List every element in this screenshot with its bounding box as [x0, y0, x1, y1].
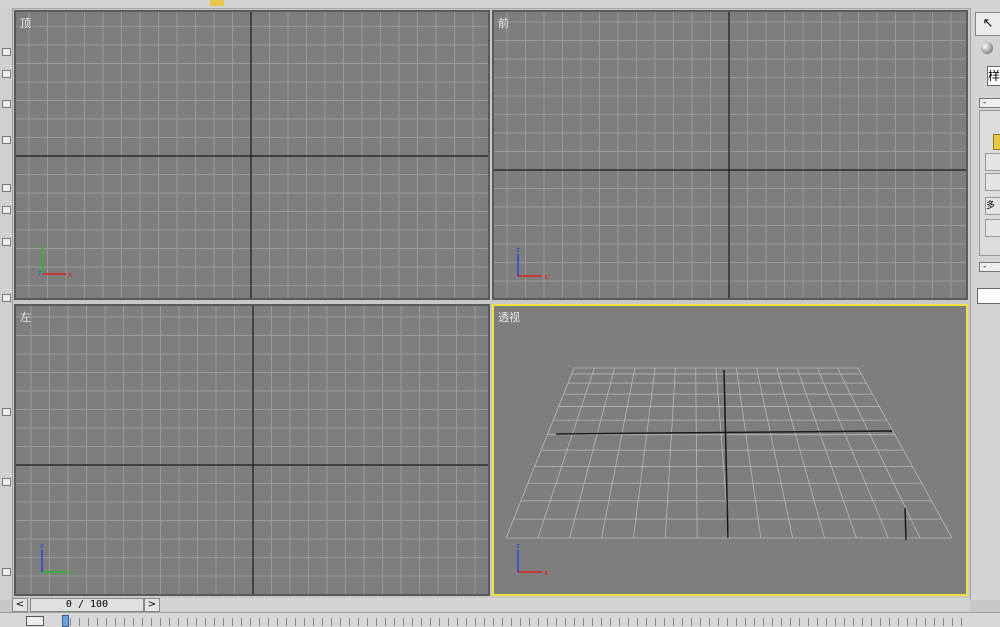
track-bar[interactable]	[0, 612, 1000, 627]
axis-label: x	[68, 271, 72, 279]
perspective-grid-line	[633, 367, 656, 539]
main-toolbar	[0, 0, 1000, 9]
chevron-left-icon: <	[15, 599, 25, 610]
grid-top: x y z	[16, 12, 488, 298]
perspective-grid-line	[756, 367, 794, 539]
tool-icon[interactable]	[2, 294, 11, 302]
axis-label: z	[40, 542, 44, 550]
viewport-label-left[interactable]: 左	[20, 309, 31, 325]
panel-button[interactable]	[985, 173, 1000, 191]
tool-icon[interactable]	[2, 408, 11, 416]
axis-label: y	[68, 569, 72, 577]
perspective-grid-line	[601, 367, 636, 539]
perspective-grid-line	[537, 367, 595, 539]
color-swatch[interactable]	[993, 134, 1000, 150]
axis-label: z	[516, 246, 520, 254]
perspective-grid-line	[817, 367, 889, 539]
grid-left: yz	[16, 306, 488, 594]
viewport-left[interactable]: 左 yz	[14, 304, 490, 596]
name-input[interactable]	[977, 288, 1000, 304]
toolbar-highlight[interactable]	[210, 0, 224, 6]
perspective-axis-y	[723, 369, 729, 539]
axis-label: z	[38, 270, 41, 277]
track-ticks	[70, 618, 970, 626]
object-name-field[interactable]: 样	[987, 66, 1000, 86]
perspective-grid-line	[664, 367, 676, 539]
viewport-perspective[interactable]: 透视 xz	[492, 304, 968, 596]
viewport-label-perspective[interactable]: 透视	[498, 309, 520, 325]
tool-icon[interactable]	[2, 238, 11, 246]
rollout-panel: 多	[979, 110, 1000, 256]
tool-icon[interactable]	[2, 478, 11, 486]
sphere-icon[interactable]	[981, 42, 993, 54]
grid-perspective: xz	[505, 367, 953, 577]
tool-icon[interactable]	[2, 100, 11, 108]
chevron-right-icon: >	[147, 599, 157, 610]
rollout-header[interactable]: -	[979, 98, 1000, 108]
panel-button[interactable]: 多	[985, 197, 1000, 215]
tool-icon[interactable]	[2, 184, 11, 192]
select-cursor-icon[interactable]: ↖	[975, 12, 1000, 36]
perspective-grid-line	[695, 367, 698, 539]
tool-icon[interactable]	[2, 48, 11, 56]
next-frame-button[interactable]: >	[144, 598, 160, 612]
axis-label: y	[40, 244, 44, 252]
viewport-front[interactable]: 前 xz	[492, 10, 968, 300]
axis-label: z	[516, 542, 520, 550]
tool-icon[interactable]	[2, 568, 11, 576]
perspective-grid-line	[776, 367, 825, 539]
grid-front: xz	[494, 12, 966, 298]
axis-label: x	[544, 569, 548, 577]
perspective-axis-marker	[904, 507, 907, 541]
perspective-grid-line	[735, 367, 762, 539]
perspective-grid-line	[837, 367, 921, 539]
viewport-top[interactable]: 顶 x y z	[14, 10, 490, 300]
perspective-grid-line	[569, 367, 615, 539]
curve-editor-icon[interactable]	[26, 616, 44, 626]
rollout-header-2[interactable]: -	[979, 262, 1000, 272]
perspective-grid-line	[796, 367, 857, 539]
perspective-grid-line	[505, 367, 575, 539]
axis-label: x	[544, 273, 548, 281]
tool-icon[interactable]	[2, 70, 11, 78]
time-marker[interactable]	[62, 615, 69, 627]
viewport-label-front[interactable]: 前	[498, 15, 509, 31]
tool-icon[interactable]	[2, 206, 11, 214]
panel-button[interactable]	[985, 219, 1000, 237]
perspective-axis-x	[555, 430, 893, 435]
prev-frame-button[interactable]: <	[12, 598, 28, 612]
frame-slider[interactable]: 0 / 100	[30, 598, 144, 612]
panel-button[interactable]	[985, 153, 1000, 171]
left-toolbar	[0, 8, 13, 600]
viewport-label-top[interactable]: 顶	[20, 15, 31, 31]
tool-icon[interactable]	[2, 136, 11, 144]
command-panel: ↖ 样 - 多 -	[970, 8, 1000, 600]
time-slider-bar: < 0 / 100 >	[12, 598, 970, 612]
